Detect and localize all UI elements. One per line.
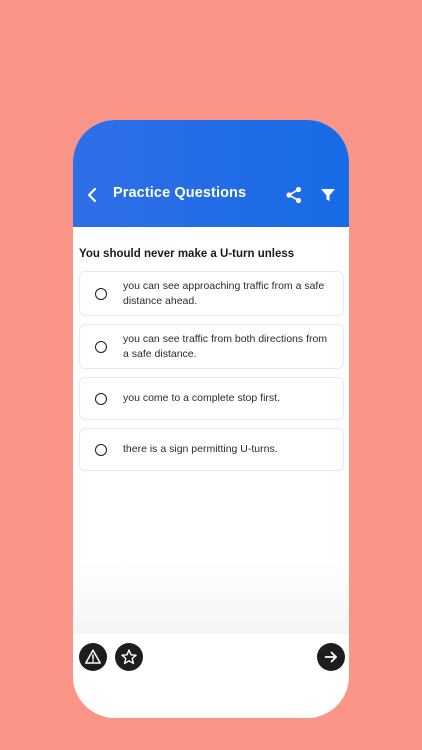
radio-button[interactable] (95, 287, 107, 300)
warning-icon (85, 649, 101, 664)
bottom-toolbar (73, 634, 349, 718)
answer-text: you can see traffic from both directions… (123, 332, 328, 360)
radio-button[interactable] (95, 443, 107, 456)
answer-option[interactable]: you come to a complete stop first. (79, 377, 344, 420)
radio-button[interactable] (95, 340, 107, 353)
bottom-fade (73, 560, 349, 634)
bookmark-button[interactable] (115, 643, 143, 671)
phone-screen: Practice Questions You should never make… (73, 120, 349, 718)
answer-text: there is a sign permitting U-turns. (123, 443, 278, 455)
filter-button[interactable] (319, 186, 337, 204)
answer-option[interactable]: there is a sign permitting U-turns. (79, 428, 344, 471)
app-header: Practice Questions (73, 120, 349, 227)
share-icon (286, 186, 302, 204)
answer-option[interactable]: you can see traffic from both directions… (79, 324, 344, 369)
star-icon (121, 649, 137, 665)
filter-icon (321, 189, 335, 201)
back-button[interactable] (83, 184, 101, 206)
answer-text: you can see approaching traffic from a s… (123, 279, 325, 307)
answer-text: you come to a complete stop first. (123, 392, 280, 404)
chevron-left-icon (87, 187, 97, 203)
answer-option[interactable]: you can see approaching traffic from a s… (79, 271, 344, 316)
page-title: Practice Questions (113, 185, 247, 201)
answer-options: you can see approaching traffic from a s… (79, 271, 346, 479)
share-button[interactable] (284, 185, 304, 205)
arrow-right-icon (324, 651, 337, 663)
radio-button[interactable] (95, 392, 107, 405)
question-text: You should never make a U-turn unless (79, 248, 295, 260)
next-button[interactable] (317, 643, 345, 671)
report-button[interactable] (79, 643, 107, 671)
